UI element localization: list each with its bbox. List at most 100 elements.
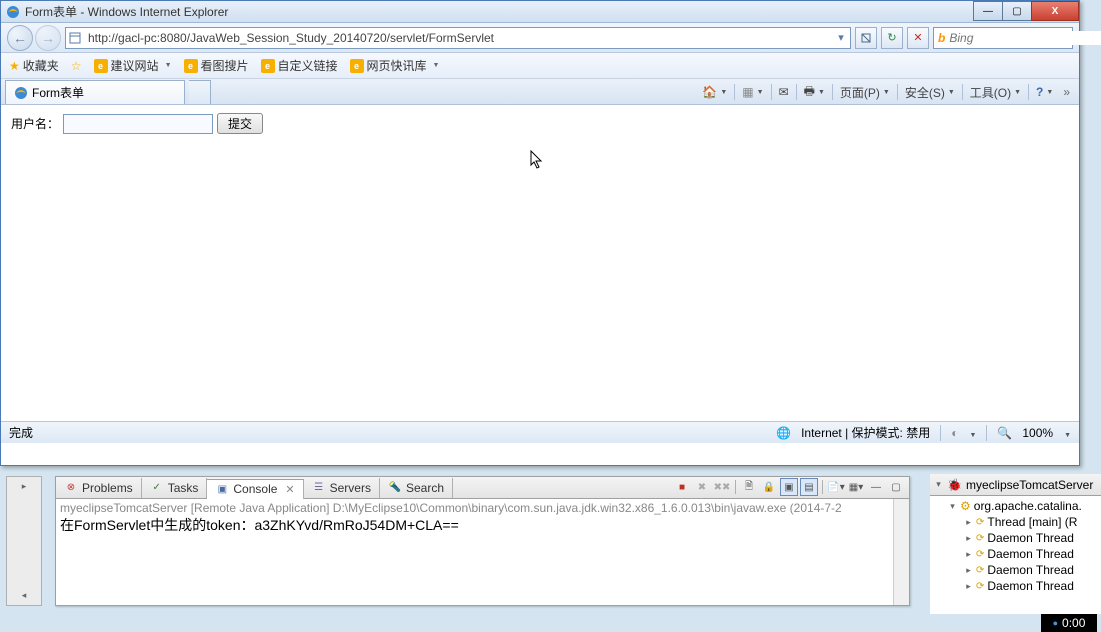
web-snippets-label: 网页快讯库 bbox=[367, 57, 427, 74]
console-output-line: 在FormServlet中生成的token：a3ZhKYvd/RmRoJ54DM… bbox=[60, 515, 905, 535]
tab-servers[interactable]: ☰Servers bbox=[304, 478, 380, 498]
zoom-value: 100% bbox=[1022, 426, 1053, 440]
zone-text: Internet | 保护模式: 禁用 bbox=[801, 424, 930, 441]
add-fav-button[interactable]: ☆ bbox=[71, 59, 82, 73]
collapse-icon[interactable]: ▾ bbox=[948, 501, 957, 512]
pin-console-button[interactable]: ▣ bbox=[780, 478, 798, 496]
forward-button[interactable]: → bbox=[35, 25, 61, 51]
favorites-label: 收藏夹 bbox=[23, 57, 59, 74]
back-button[interactable]: ← bbox=[7, 25, 33, 51]
expand-icon[interactable]: ▸ bbox=[964, 533, 973, 544]
clear-button[interactable]: 🗎 bbox=[740, 478, 758, 496]
e-icon: e bbox=[184, 59, 198, 73]
separator bbox=[822, 480, 823, 494]
page-menu[interactable]: 页面(P) bbox=[837, 84, 893, 101]
home-button[interactable]: 🏠 bbox=[699, 85, 730, 99]
tree-thread-row[interactable]: ▸⟳Daemon Thread bbox=[932, 562, 1099, 578]
image-search-link[interactable]: e看图搜片 bbox=[184, 57, 249, 74]
e-icon: e bbox=[261, 59, 275, 73]
tree-thread-row[interactable]: ▸⟳Daemon Thread bbox=[932, 546, 1099, 562]
title-bar: Form表单 - Windows Internet Explorer — ▢ X bbox=[1, 1, 1079, 23]
tree-root-row[interactable]: ▾ 🐞 myeclipseTomcatServer bbox=[930, 474, 1101, 496]
protected-mode-icon[interactable]: ◐ bbox=[951, 426, 958, 440]
custom-links-label: 自定义链接 bbox=[278, 57, 338, 74]
separator bbox=[986, 425, 987, 441]
show-console-button[interactable]: ▤ bbox=[800, 478, 818, 496]
tools-menu[interactable]: 工具(O) bbox=[967, 84, 1024, 101]
web-snippets[interactable]: e网页快讯库 bbox=[350, 57, 440, 74]
expand-icon[interactable]: ▸ bbox=[964, 549, 973, 560]
tree-node-label: org.apache.catalina. bbox=[974, 499, 1082, 513]
stop-button[interactable]: ✕ bbox=[907, 27, 929, 49]
chevron-right-icon[interactable]: » bbox=[1060, 85, 1073, 99]
display-button[interactable]: ▦▾ bbox=[847, 478, 865, 496]
search-input[interactable] bbox=[949, 31, 1101, 45]
tab-active[interactable]: Form表单 bbox=[5, 80, 185, 104]
expand-icon[interactable]: ▸ bbox=[964, 517, 973, 528]
new-tab-button[interactable] bbox=[189, 80, 211, 104]
thread-label: Daemon Thread bbox=[987, 531, 1074, 545]
bing-icon: b bbox=[938, 31, 945, 45]
tree-thread-row[interactable]: ▸⟳Daemon Thread bbox=[932, 578, 1099, 594]
gear-icon: ⚙ bbox=[960, 499, 971, 513]
custom-links[interactable]: e自定义链接 bbox=[261, 57, 338, 74]
page-icon bbox=[68, 31, 82, 45]
separator bbox=[735, 480, 736, 494]
home-icon: 🏠 bbox=[702, 85, 717, 99]
print-button[interactable]: 🖶 bbox=[801, 82, 828, 103]
zoom-icon[interactable]: 🔍 bbox=[997, 426, 1012, 440]
maximize-view-button[interactable]: ▢ bbox=[887, 478, 905, 496]
expand-icon[interactable]: ▸ bbox=[964, 581, 973, 592]
expand-icon[interactable]: ▸ bbox=[964, 565, 973, 576]
mail-button[interactable]: ✉ bbox=[776, 85, 792, 99]
separator bbox=[771, 84, 772, 100]
page-label: 页面(P) bbox=[840, 84, 880, 101]
tree-thread-row[interactable]: ▸⟳Daemon Thread bbox=[932, 530, 1099, 546]
tab-problems[interactable]: ⊗Problems bbox=[56, 478, 142, 498]
terminate-button[interactable]: ■ bbox=[673, 478, 691, 496]
eclipse-left-trim: ▸ ◂ bbox=[6, 476, 42, 606]
username-input[interactable] bbox=[63, 114, 213, 134]
minimize-view-button[interactable]: — bbox=[867, 478, 885, 496]
tab-close-icon[interactable]: ✕ bbox=[285, 483, 294, 496]
safety-menu[interactable]: 安全(S) bbox=[902, 84, 958, 101]
feeds-button[interactable]: ▦ bbox=[739, 85, 766, 99]
maximize-button[interactable]: ▢ bbox=[1002, 1, 1032, 21]
protected-mode-drop[interactable] bbox=[968, 426, 976, 440]
tree-node[interactable]: ▾⚙org.apache.catalina. bbox=[932, 498, 1099, 514]
eclipse-tab-row: ⊗Problems ✓Tasks ▣Console✕ ☰Servers 🔦Sea… bbox=[56, 477, 909, 499]
tab-tasks[interactable]: ✓Tasks bbox=[142, 478, 208, 498]
tasks-icon: ✓ bbox=[150, 481, 164, 495]
remove-all-button[interactable]: ✖ bbox=[693, 478, 711, 496]
search-label: Search bbox=[406, 481, 444, 495]
tree-thread-row[interactable]: ▸⟳Thread [main] (R bbox=[932, 514, 1099, 530]
tab-title: Form表单 bbox=[32, 84, 84, 101]
compat-button[interactable] bbox=[855, 27, 877, 49]
separator bbox=[832, 84, 833, 100]
submit-button[interactable]: 提交 bbox=[217, 113, 263, 134]
console-body: myeclipseTomcatServer [Remote Java Appli… bbox=[56, 499, 909, 605]
close-button[interactable]: X bbox=[1031, 1, 1079, 21]
collapse-icon[interactable]: ▾ bbox=[934, 479, 943, 490]
minimize-button[interactable]: — bbox=[973, 1, 1003, 21]
rss-icon: ▦ bbox=[742, 85, 753, 99]
tab-console[interactable]: ▣Console✕ bbox=[207, 479, 303, 499]
servers-icon: ☰ bbox=[312, 481, 326, 495]
address-dropdown-icon[interactable]: ▾ bbox=[834, 31, 848, 45]
search-box: b 🔍 bbox=[933, 27, 1073, 49]
tab-search[interactable]: 🔦Search bbox=[380, 478, 453, 498]
favorites-button[interactable]: ★收藏夹 bbox=[9, 57, 59, 74]
suggested-sites[interactable]: e建议网站 bbox=[94, 57, 172, 74]
scrollbar[interactable] bbox=[893, 499, 909, 605]
remove-button[interactable]: ✖✖ bbox=[713, 478, 731, 496]
scroll-lock-button[interactable]: 🔒 bbox=[760, 478, 778, 496]
eclipse-console-panel: ⊗Problems ✓Tasks ▣Console✕ ☰Servers 🔦Sea… bbox=[55, 476, 910, 606]
restore-icon[interactable]: ◂ bbox=[22, 590, 27, 601]
zoom-drop[interactable] bbox=[1063, 426, 1071, 440]
tree-root-label: myeclipseTomcatServer bbox=[966, 478, 1093, 492]
help-button[interactable]: ? bbox=[1033, 85, 1056, 99]
refresh-button[interactable]: ↻ bbox=[881, 27, 903, 49]
open-button[interactable]: 📄▾ bbox=[827, 478, 845, 496]
address-input[interactable] bbox=[86, 29, 830, 47]
restore-icon[interactable]: ▸ bbox=[22, 481, 27, 492]
